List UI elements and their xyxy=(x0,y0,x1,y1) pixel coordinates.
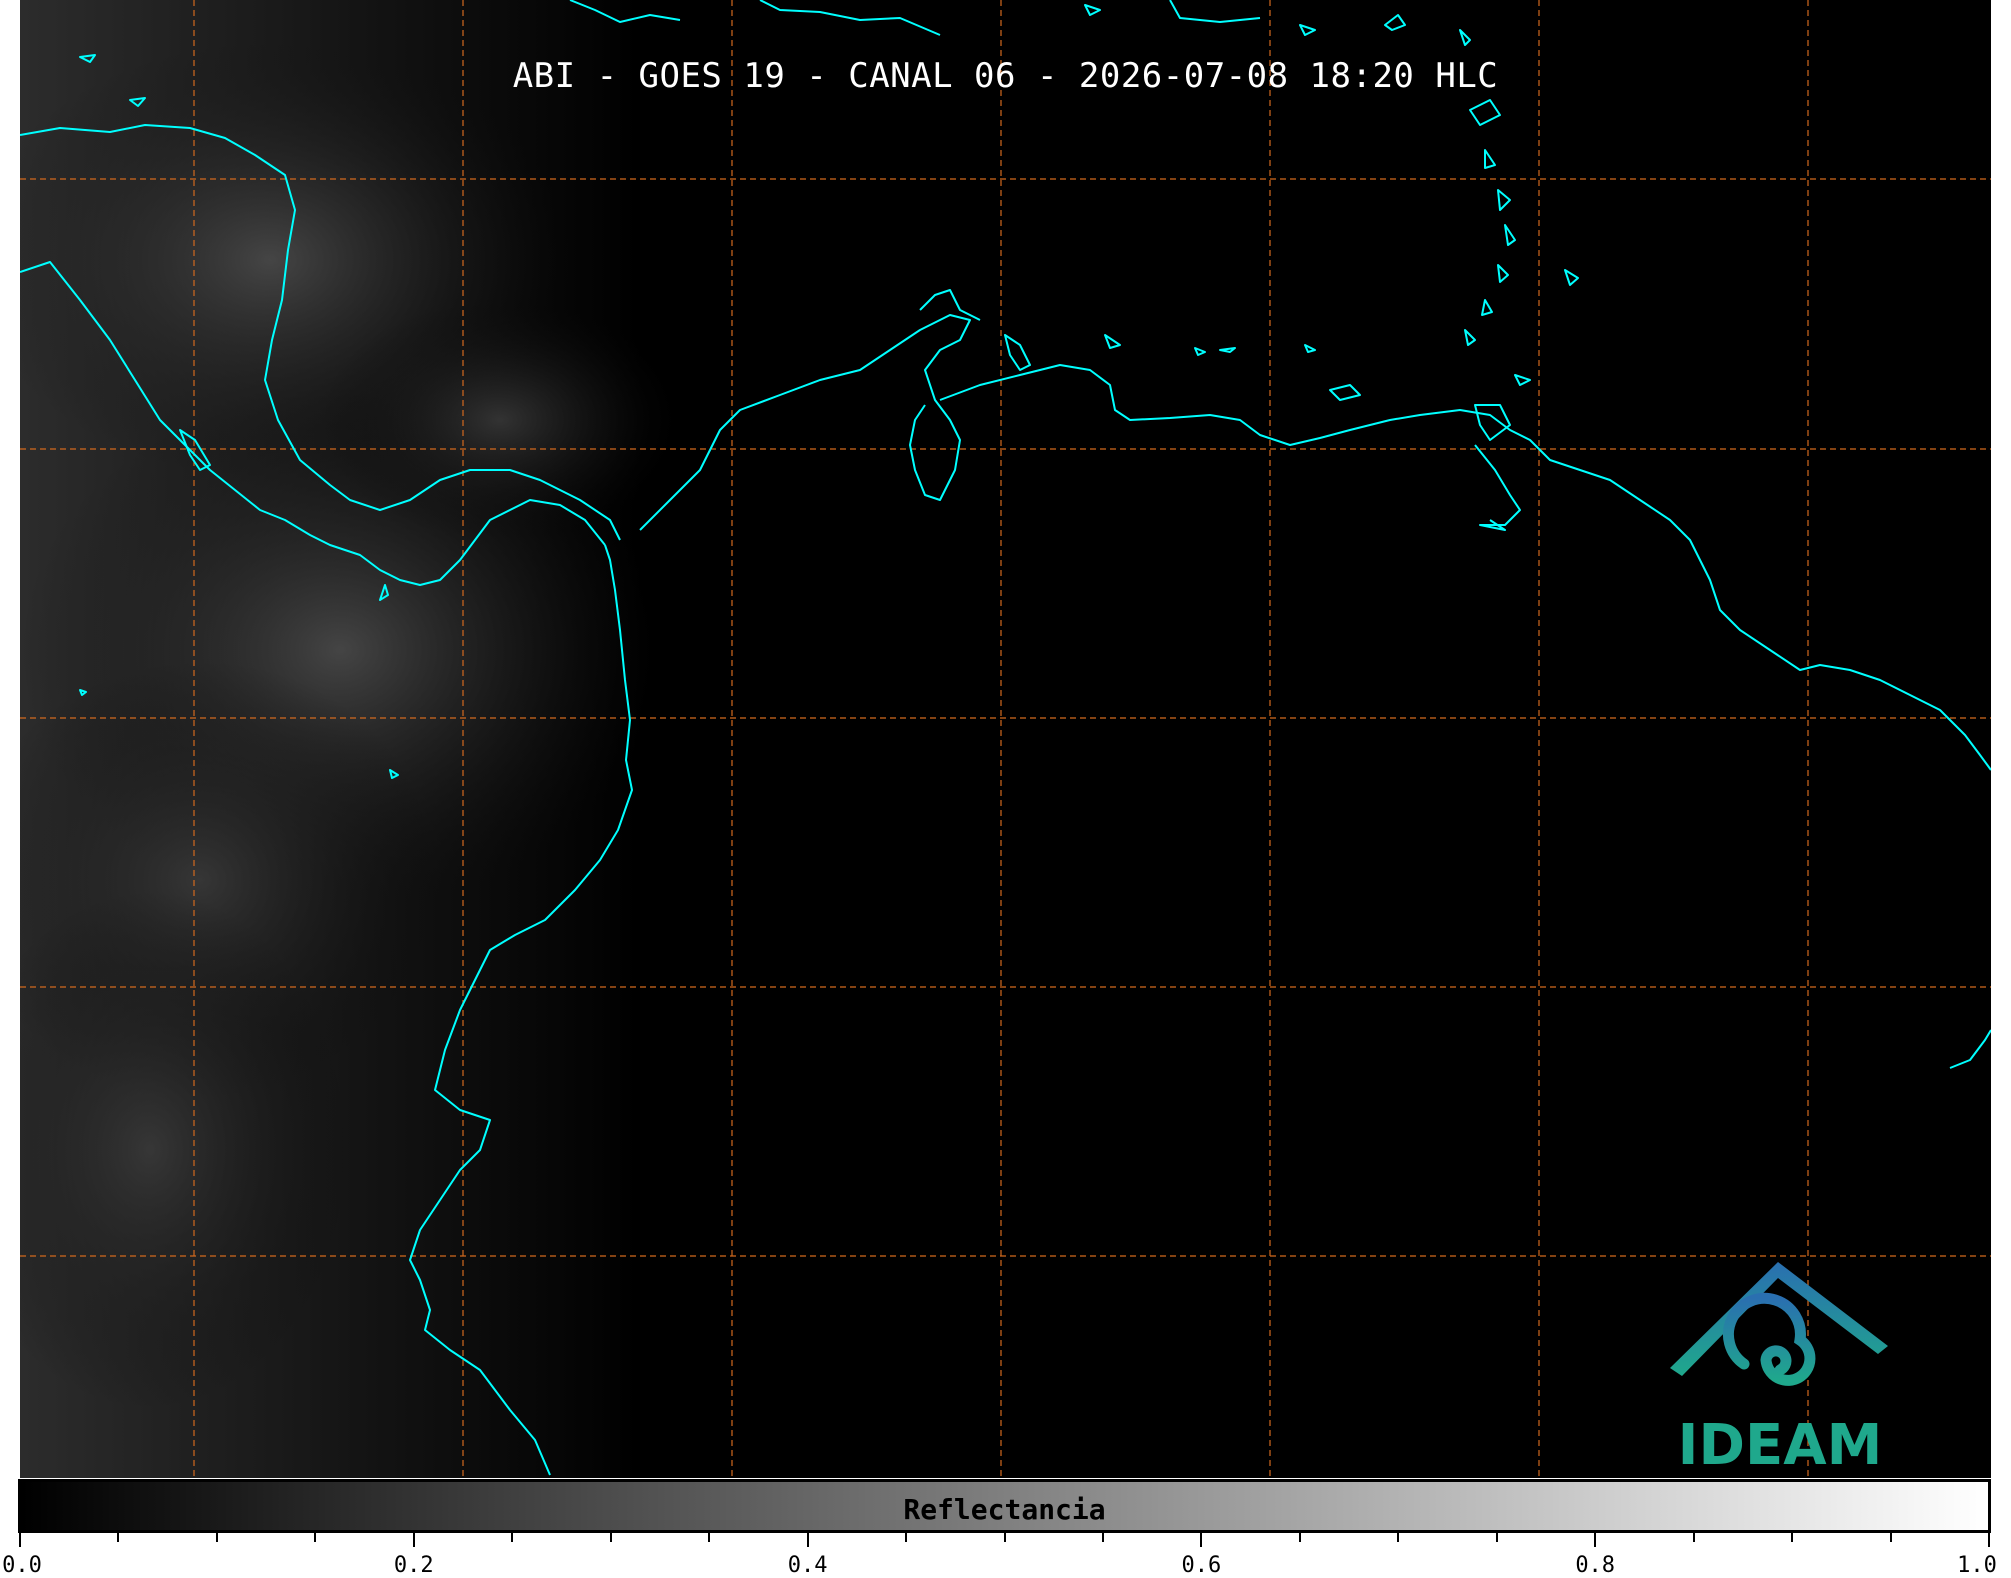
colorbar-minor-tick xyxy=(609,1533,612,1542)
colorbar-tick-label: 0.0 xyxy=(2,1553,42,1578)
colorbar-minor-tick xyxy=(117,1533,120,1542)
colorbar-minor-tick xyxy=(1298,1533,1301,1542)
colorbar-minor-tick xyxy=(1889,1533,1892,1542)
colorbar-minor-tick xyxy=(1495,1533,1498,1542)
logo-text: IDEAM xyxy=(1677,1413,1883,1478)
colorbar-major-tick xyxy=(1988,1533,1990,1547)
colorbar: Reflectancia xyxy=(18,1479,1991,1533)
colorbar-minor-tick xyxy=(1692,1533,1695,1542)
colorbar-minor-tick xyxy=(1003,1533,1006,1542)
colorbar-minor-tick xyxy=(1101,1533,1104,1542)
map-title: ABI - GOES 19 - CANAL 06 - 2026-07-08 18… xyxy=(512,56,1499,96)
colorbar-minor-tick xyxy=(314,1533,317,1542)
colorbar-major-tick xyxy=(1200,1533,1203,1547)
ideam-logo: IDEAM xyxy=(1660,1250,1900,1478)
colorbar-tick-label: 0.4 xyxy=(787,1553,828,1578)
colorbar-minor-tick xyxy=(1397,1533,1400,1542)
colorbar-major-tick xyxy=(806,1533,809,1547)
colorbar-tick-label: 0.2 xyxy=(393,1553,434,1578)
colorbar-minor-tick xyxy=(1791,1533,1794,1542)
colorbar-major-tick xyxy=(1594,1533,1597,1547)
colorbar-label: Reflectancia xyxy=(903,1493,1106,1526)
colorbar-minor-tick xyxy=(215,1533,218,1542)
satellite-map: ABI - GOES 19 - CANAL 06 - 2026-07-08 18… xyxy=(20,0,1991,1478)
colorbar-major-tick xyxy=(412,1533,415,1547)
colorbar-major-tick xyxy=(19,1533,21,1547)
colorbar-tick-label: 1.0 xyxy=(1957,1553,1997,1578)
colorbar-tick-label: 0.8 xyxy=(1575,1553,1616,1578)
logo-emblem-icon xyxy=(1670,1262,1888,1386)
colorbar-minor-tick xyxy=(708,1533,711,1542)
colorbar-minor-tick xyxy=(905,1533,908,1542)
colorbar-axis: 0.0 0.2 0.4 0.6 0.8 1.0 xyxy=(0,1533,2011,1578)
colorbar-minor-tick xyxy=(511,1533,514,1542)
colorbar-tick-label: 0.6 xyxy=(1181,1553,1222,1578)
